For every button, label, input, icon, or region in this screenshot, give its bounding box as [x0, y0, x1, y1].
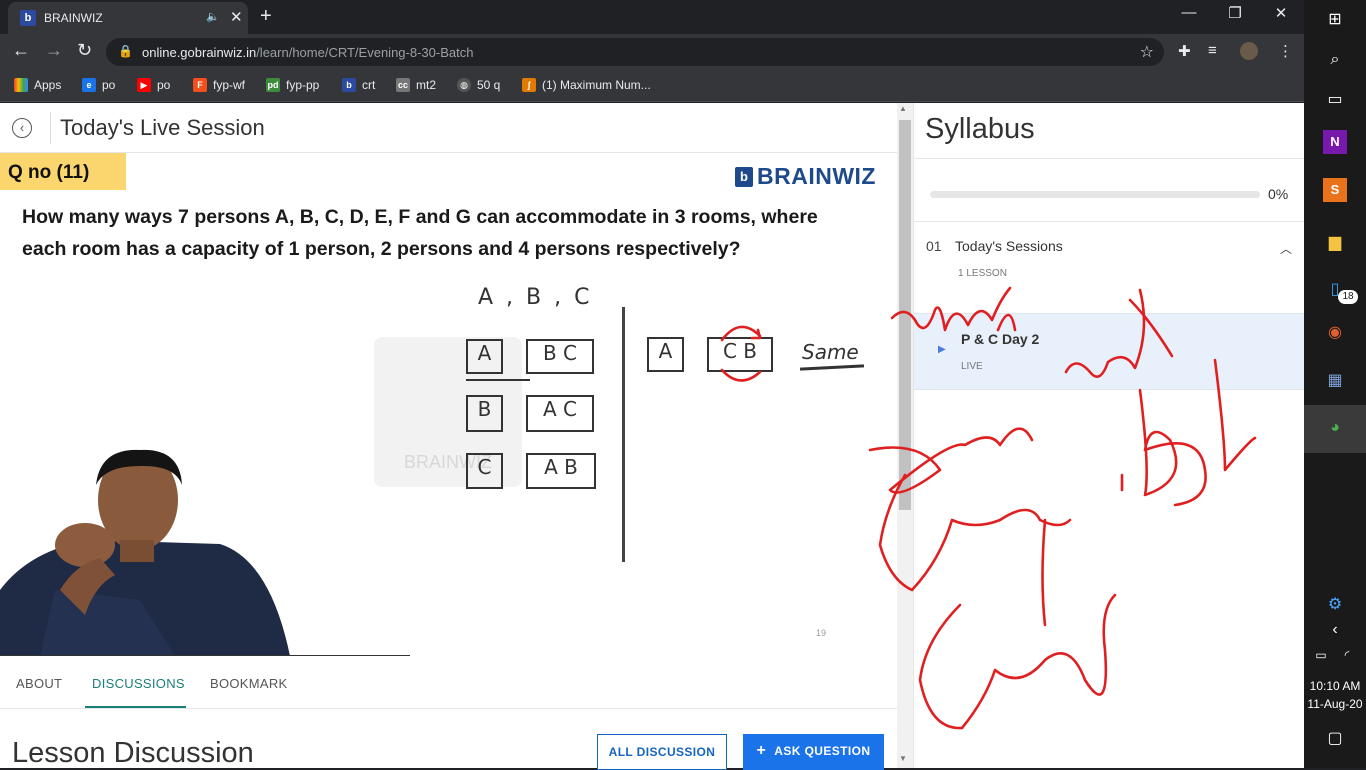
onenote-icon[interactable]: N	[1323, 130, 1347, 154]
new-tab-button[interactable]: +	[260, 5, 272, 28]
bookmark-po-1[interactable]: e po	[82, 78, 115, 92]
same-note: Same	[802, 340, 859, 364]
lesson-item[interactable]	[914, 313, 1304, 390]
browser-tab[interactable]: b BRAINWIZ 🔈 ✕	[8, 2, 248, 34]
bookmark-po-2[interactable]: ▶ po	[137, 78, 170, 92]
lesson-status: LIVE	[961, 361, 983, 372]
brainwiz-logo-icon: b	[735, 166, 753, 187]
room-pair-box-2: A C	[526, 395, 594, 432]
profile-avatar[interactable]	[1240, 42, 1258, 60]
address-bar[interactable]: 🔒 online.gobrainwiz.in/learn/home/CRT/Ev…	[106, 38, 1164, 66]
bookmark-crt[interactable]: b crt	[342, 78, 375, 92]
bookmark-fyp-pp[interactable]: pd fyp-pp	[266, 78, 319, 92]
bookmark-50q[interactable]: ◍ 50 q	[457, 78, 500, 92]
extensions-icon[interactable]: ✚	[1178, 42, 1191, 60]
syllabus-panel	[913, 103, 1304, 768]
task-view-icon[interactable]: ▭	[1320, 85, 1350, 115]
room-pair-box-1: B C	[526, 339, 594, 374]
progress-bar	[930, 191, 1260, 198]
section-title[interactable]: Today's Sessions	[955, 238, 1063, 254]
play-icon: ▶	[938, 344, 946, 355]
address-url: online.gobrainwiz.in/learn/home/CRT/Even…	[142, 45, 474, 60]
menu-kebab-icon[interactable]: ⋮	[1278, 42, 1293, 60]
plus-icon: +	[756, 742, 767, 759]
speaker-icon[interactable]: 🔈	[206, 10, 220, 23]
browser-tab-title: BRAINWIZ	[44, 11, 103, 25]
tab-discussions[interactable]: DISCUSSIONS	[92, 676, 185, 691]
right-single-box: A	[647, 337, 684, 372]
lock-icon: 🔒	[118, 44, 133, 58]
sublime-text-icon[interactable]: S	[1323, 178, 1347, 202]
progress-percent: 0%	[1268, 186, 1289, 202]
page-title: Today's Live Session	[60, 115, 265, 140]
file-explorer-icon[interactable]: ▆	[1320, 228, 1350, 258]
action-center-icon[interactable]: ▢	[1320, 724, 1350, 754]
search-icon[interactable]: ⌕	[1320, 45, 1350, 75]
syllabus-divider	[913, 221, 1304, 222]
apps-grid-icon	[14, 78, 28, 92]
calculator-icon[interactable]: ▦	[1320, 366, 1350, 396]
slide-number: 19	[816, 628, 827, 638]
question-number-label: Q no (11)	[0, 153, 126, 190]
scroll-up-arrow-icon[interactable]: ▲	[899, 104, 907, 113]
discussion-heading: Lesson Discussion	[12, 737, 254, 769]
tab-close-icon[interactable]: ✕	[230, 8, 243, 26]
clock-time[interactable]: 10:10 AM	[1304, 679, 1366, 693]
underline-stroke	[466, 379, 530, 381]
window-close-icon[interactable]: ✕	[1258, 4, 1304, 22]
section-number: 01	[926, 238, 942, 254]
section-lesson-count: 1 LESSON	[958, 268, 1007, 279]
room-single-box-1: A	[466, 339, 503, 374]
tab-about[interactable]: ABOUT	[16, 676, 62, 691]
notification-badge: 18	[1338, 290, 1358, 304]
back-arrow-icon[interactable]: ←	[12, 40, 30, 61]
ask-question-button[interactable]: + ASK QUESTION	[743, 734, 884, 770]
tab-bookmark[interactable]: BOOKMARK	[210, 676, 288, 691]
windows-start-icon[interactable]: ⊞	[1320, 5, 1350, 35]
syllabus-title: Syllabus	[925, 113, 1035, 145]
scrollbar-thumb[interactable]	[899, 120, 911, 510]
lesson-name[interactable]: P & C Day 2	[961, 331, 1039, 347]
minimize-icon[interactable]: —	[1166, 4, 1212, 21]
brainwiz-logo: b BRAINWIZ	[735, 163, 876, 190]
bookmark-star-icon[interactable]: ☆	[1140, 42, 1154, 62]
media-queue-icon[interactable]: ≡	[1208, 42, 1217, 59]
wifi-icon[interactable]: ◜	[1332, 640, 1362, 670]
room-single-box-3: C	[466, 453, 503, 489]
bookmark-mt2[interactable]: cc mt2	[396, 78, 436, 92]
room-pair-box-3: A B	[526, 453, 596, 489]
header-divider	[50, 112, 51, 144]
back-circle-icon[interactable]: ‹	[12, 118, 32, 138]
presenter-webcam	[0, 449, 290, 656]
chrome-icon[interactable]: ◕	[1320, 413, 1350, 443]
media-player-icon[interactable]: ◉	[1320, 318, 1350, 348]
restore-icon[interactable]: ❐	[1212, 4, 1258, 22]
syllabus-divider	[913, 158, 1304, 159]
bookmark-maximum-num[interactable]: ʃ (1) Maximum Num...	[522, 78, 651, 92]
all-discussion-button[interactable]: ALL DISCUSSION	[597, 734, 727, 770]
bookmarks-bar: Apps e po ▶ po Ffyp-wf pd fyp-pp b crt cc mt2…	[0, 70, 1304, 102]
divider-line	[622, 307, 625, 562]
room-single-box-2: B	[466, 395, 503, 432]
persons-note: A , B , C	[478, 285, 593, 310]
active-tab-indicator	[85, 706, 186, 708]
question-text: How many ways 7 persons A, B, C, D, E, F…	[22, 206, 818, 260]
reload-icon[interactable]: ↻	[77, 40, 92, 61]
clock-date[interactable]: 11-Aug-20	[1304, 697, 1366, 711]
chevron-up-icon[interactable]: ︿	[1280, 240, 1292, 257]
scroll-down-arrow-icon[interactable]: ▼	[899, 754, 907, 763]
forward-arrow-icon[interactable]: →	[45, 40, 63, 61]
brainwiz-favicon-icon: b	[20, 10, 36, 26]
bookmark-apps[interactable]: Apps	[14, 78, 61, 92]
right-pair-box: C B	[707, 337, 773, 372]
bookmark-fyp-wf[interactable]: Ffyp-wf	[193, 78, 245, 92]
